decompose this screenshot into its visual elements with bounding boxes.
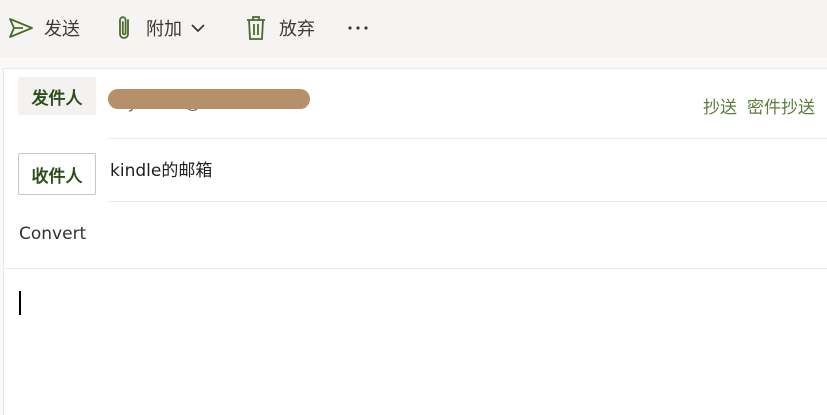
- message-body-editor[interactable]: [4, 269, 827, 415]
- send-button[interactable]: 发送: [8, 8, 80, 48]
- attach-button[interactable]: 附加: [116, 8, 206, 48]
- text-caret: [19, 291, 21, 315]
- bcc-link[interactable]: 密件抄送: [747, 93, 815, 118]
- send-label: 发送: [44, 19, 80, 40]
- more-icon: [346, 16, 370, 40]
- cc-link[interactable]: 抄送: [703, 93, 737, 118]
- paperclip-icon: [116, 14, 134, 42]
- redaction-mark: [108, 89, 310, 109]
- compose-pane: 发件人 thymnos@hotmail.com 抄送 密件抄送 收件人 kind…: [3, 68, 827, 415]
- discard-label: 放弃: [279, 19, 315, 40]
- command-toolbar: 发送 附加 放弃: [0, 0, 827, 57]
- send-icon: [8, 16, 34, 40]
- subject-field[interactable]: Convert: [19, 224, 86, 244]
- divider: [108, 201, 827, 202]
- from-button[interactable]: 发件人: [18, 77, 96, 115]
- more-options-button[interactable]: [346, 8, 370, 48]
- attach-label: 附加: [146, 19, 182, 40]
- to-recipient[interactable]: kindle的邮箱: [110, 156, 212, 181]
- divider: [108, 138, 827, 139]
- cc-bcc-links: 抄送 密件抄送: [703, 93, 815, 118]
- trash-icon: [245, 14, 267, 42]
- chevron-down-icon[interactable]: [190, 22, 206, 34]
- discard-button[interactable]: 放弃: [245, 8, 315, 48]
- to-button[interactable]: 收件人: [18, 153, 96, 195]
